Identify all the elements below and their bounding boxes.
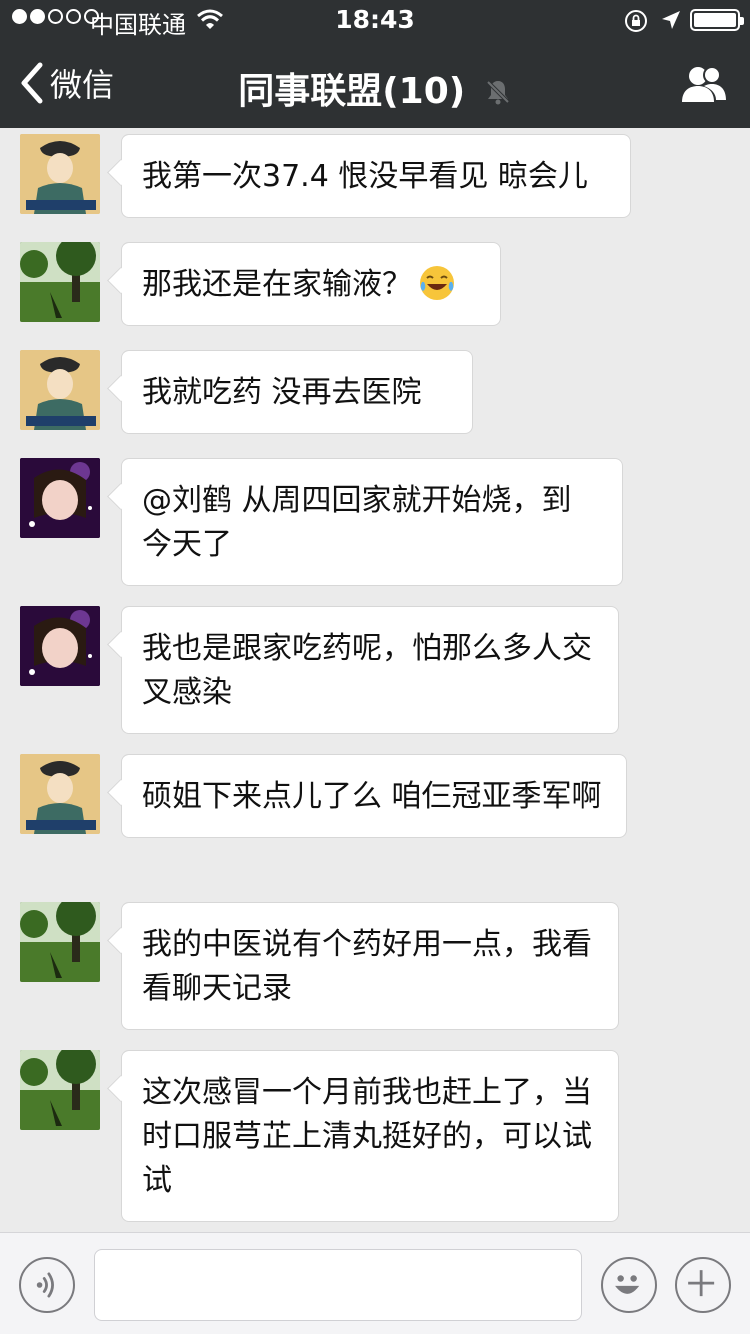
message-list[interactable]: 我第一次37.4 恨没早看见 晾会儿 那我还是在家输液？ 我就吃药 没再去医院 …	[0, 128, 750, 1232]
avatar-purple-girl-image	[20, 458, 100, 538]
emoji-icon	[615, 1275, 640, 1294]
message-bubble[interactable]: 我就吃药 没再去医院	[121, 350, 473, 434]
input-bar	[0, 1232, 750, 1334]
message-bubble[interactable]: @刘鹤 从周四回家就开始烧，到今天了	[121, 458, 623, 586]
avatar-purple-girl-image	[20, 606, 100, 686]
message-text: 那我还是在家输液？	[142, 267, 412, 302]
avatar[interactable]	[20, 242, 100, 322]
mute-bell-icon	[486, 80, 510, 105]
avatar-classical-lady-image	[20, 134, 100, 214]
message-text: @刘鹤 从周四回家就开始烧，到今天了	[142, 483, 572, 562]
avatar-park-image	[20, 242, 100, 322]
message-text: 我第一次37.4 恨没早看见 晾会儿	[142, 159, 588, 194]
top-bar: 中国联通 18:43 微信 同事联盟(10)	[0, 0, 750, 128]
avatar[interactable]	[20, 1050, 100, 1130]
avatar[interactable]	[20, 606, 100, 686]
emoji-button[interactable]	[601, 1257, 657, 1313]
message-bubble[interactable]: 这次感冒一个月前我也赶上了，当时口服芎芷上清丸挺好的，可以试试	[121, 1050, 619, 1222]
plus-icon	[688, 1270, 715, 1297]
voice-button[interactable]	[19, 1257, 75, 1313]
avatar-classical-lady-image	[20, 754, 100, 834]
message-bubble[interactable]: 硕姐下来点儿了么 咱仨冠亚季军啊	[121, 754, 627, 838]
battery-icon	[690, 9, 744, 31]
avatar-park-image	[20, 1050, 100, 1130]
chat-title: 同事联盟(10)	[238, 71, 466, 112]
message-bubble[interactable]: 我的中医说有个药好用一点，我看看聊天记录	[121, 902, 619, 1030]
message-bubble[interactable]: 我也是跟家吃药呢，怕那么多人交叉感染	[121, 606, 619, 734]
avatar[interactable]	[20, 754, 100, 834]
nav-bar: 微信 同事联盟(10)	[0, 40, 750, 128]
message-text: 硕姐下来点儿了么 咱仨冠亚季军啊	[142, 779, 602, 814]
message-text: 这次感冒一个月前我也赶上了，当时口服芎芷上清丸挺好的，可以试试	[142, 1075, 592, 1198]
voice-icon	[36, 1272, 54, 1298]
message-bubble[interactable]: 那我还是在家输液？	[121, 242, 501, 326]
chat-title-wrapper: 同事联盟(10)	[0, 62, 750, 114]
group-members-icon[interactable]	[680, 64, 728, 104]
avatar[interactable]	[20, 902, 100, 982]
message-input[interactable]	[94, 1249, 582, 1321]
avatar-classical-lady-image	[20, 350, 100, 430]
avatar[interactable]	[20, 350, 100, 430]
message-text: 我的中医说有个药好用一点，我看看聊天记录	[142, 927, 592, 1006]
avatar[interactable]	[20, 134, 100, 214]
location-icon	[662, 11, 680, 29]
status-bar: 中国联通 18:43	[0, 0, 750, 40]
avatar[interactable]	[20, 458, 100, 538]
tears-of-joy-emoji-icon	[420, 266, 454, 300]
message-text: 我就吃药 没再去医院	[142, 375, 422, 410]
more-button[interactable]	[675, 1257, 731, 1313]
message-bubble[interactable]: 我第一次37.4 恨没早看见 晾会儿	[121, 134, 631, 218]
message-text: 我也是跟家吃药呢，怕那么多人交叉感染	[142, 631, 592, 710]
avatar-park-image	[20, 902, 100, 982]
orientation-lock-icon	[625, 10, 647, 32]
